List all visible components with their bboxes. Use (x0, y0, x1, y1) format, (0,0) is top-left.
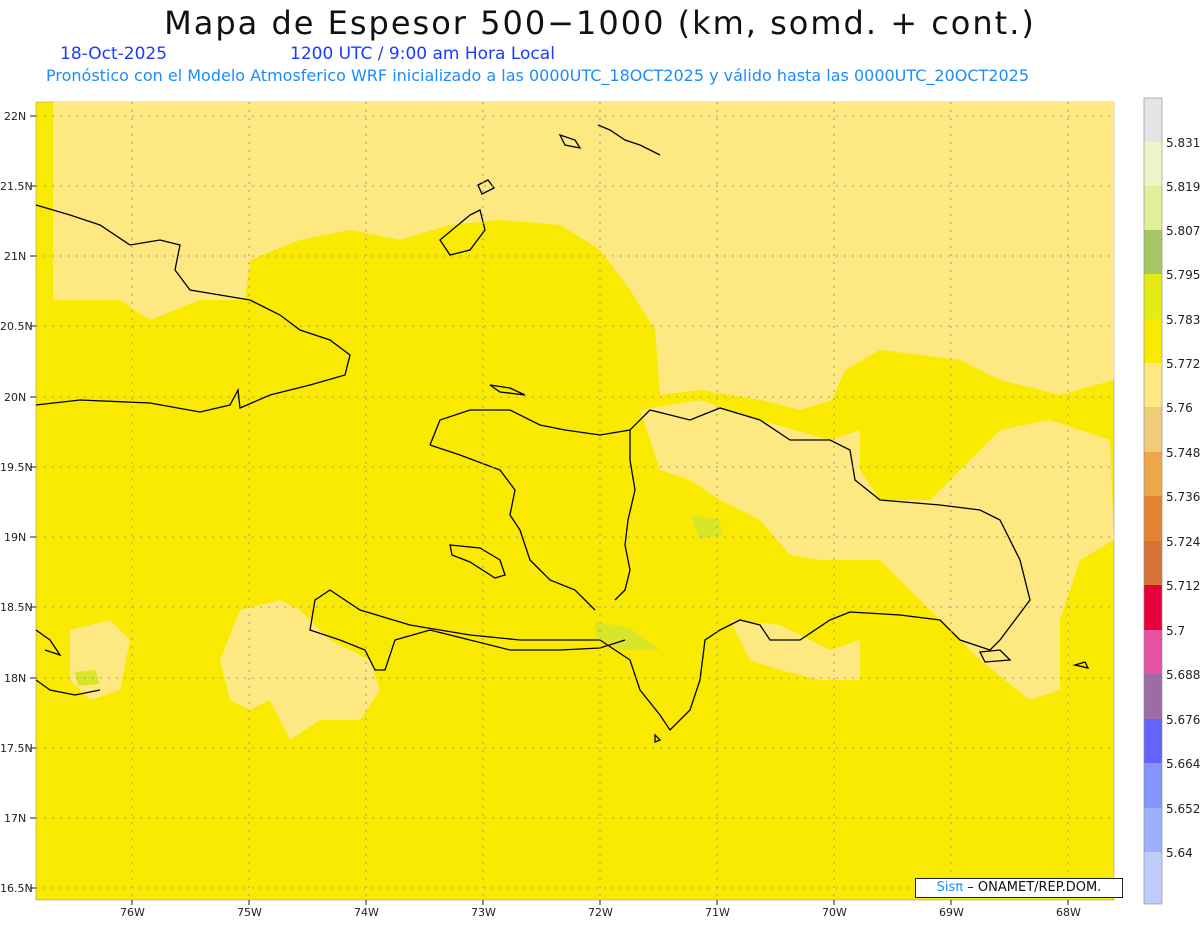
cb-swatch (1144, 274, 1162, 319)
cb-swatch (1144, 496, 1162, 541)
cb-label: 5.783 (1166, 313, 1200, 327)
cb-swatch (1144, 186, 1162, 230)
lat-label: 18N (4, 672, 26, 685)
cb-swatch (1144, 585, 1162, 630)
cb-label: 5.772 (1166, 357, 1200, 371)
lon-label: 76W (120, 906, 145, 919)
credit-text: – ONAMET/REP.DOM. (967, 880, 1102, 895)
lon-label: 74W (354, 906, 379, 919)
cb-swatch (1144, 674, 1162, 719)
credit-box: Sisπ – ONAMET/REP.DOM. (915, 878, 1123, 898)
cb-label: 5.819 (1166, 180, 1200, 194)
lat-label: 21.5N (0, 180, 33, 193)
cb-label: 5.688 (1166, 668, 1200, 682)
cb-label: 5.795 (1166, 268, 1200, 282)
lat-label: 19.5N (0, 461, 33, 474)
lat-label: 22N (4, 110, 26, 123)
cb-label: 5.64 (1166, 846, 1193, 860)
lat-label: 20N (4, 391, 26, 404)
lat-label: 18.5N (0, 601, 33, 614)
cb-label: 5.831 (1166, 136, 1200, 150)
cb-label: 5.712 (1166, 579, 1200, 593)
cb-label: 5.76 (1166, 401, 1193, 415)
cb-label: 5.664 (1166, 757, 1200, 771)
cb-swatch (1144, 541, 1162, 585)
cb-label: 5.736 (1166, 490, 1200, 504)
cb-swatch (1144, 452, 1162, 496)
lat-label: 21N (4, 250, 26, 263)
cb-label: 5.748 (1166, 446, 1200, 460)
cb-label: 5.807 (1166, 224, 1200, 238)
lon-label: 68W (1056, 906, 1081, 919)
cb-swatch (1144, 719, 1162, 763)
cb-swatch (1144, 142, 1162, 186)
cb-swatch (1144, 363, 1162, 407)
lat-label: 17N (4, 812, 26, 825)
colorbar (1143, 97, 1163, 905)
lat-label: 16.5N (0, 882, 33, 895)
lon-label: 69W (939, 906, 964, 919)
lon-label: 73W (471, 906, 496, 919)
cb-swatch (1144, 98, 1162, 142)
cb-label: 5.7 (1166, 624, 1185, 638)
cb-swatch (1144, 808, 1162, 852)
cb-swatch (1144, 852, 1162, 904)
lon-ticks (131, 900, 1069, 905)
cb-swatch (1144, 319, 1162, 363)
cb-swatch (1144, 230, 1162, 274)
lon-label: 72W (588, 906, 613, 919)
cb-label: 5.724 (1166, 535, 1200, 549)
cb-label: 5.676 (1166, 713, 1200, 727)
cb-swatch (1144, 763, 1162, 808)
lat-ticks (30, 115, 36, 889)
cb-label: 5.652 (1166, 802, 1200, 816)
colorbar-labels: 5.831 5.819 5.807 5.795 5.783 5.772 5.76… (1166, 136, 1200, 860)
lon-label: 70W (822, 906, 847, 919)
cb-swatch (1144, 407, 1162, 452)
lon-label: 75W (237, 906, 262, 919)
thickness-map: 22N 21.5N 21N 20.5N 20N 19.5N 19N 18.5N … (0, 97, 1200, 919)
lon-label: 71W (705, 906, 730, 919)
latitude-labels: 22N 21.5N 21N 20.5N 20N 19.5N 19N 18.5N … (0, 110, 33, 895)
cb-swatch (1144, 630, 1162, 674)
longitude-labels: 76W 75W 74W 73W 72W 71W 70W 69W 68W (120, 906, 1081, 919)
lat-label: 17.5N (0, 742, 33, 755)
credit-logo: Sisπ (936, 880, 964, 895)
lat-label: 20.5N (0, 320, 33, 333)
lat-label: 19N (4, 531, 26, 544)
